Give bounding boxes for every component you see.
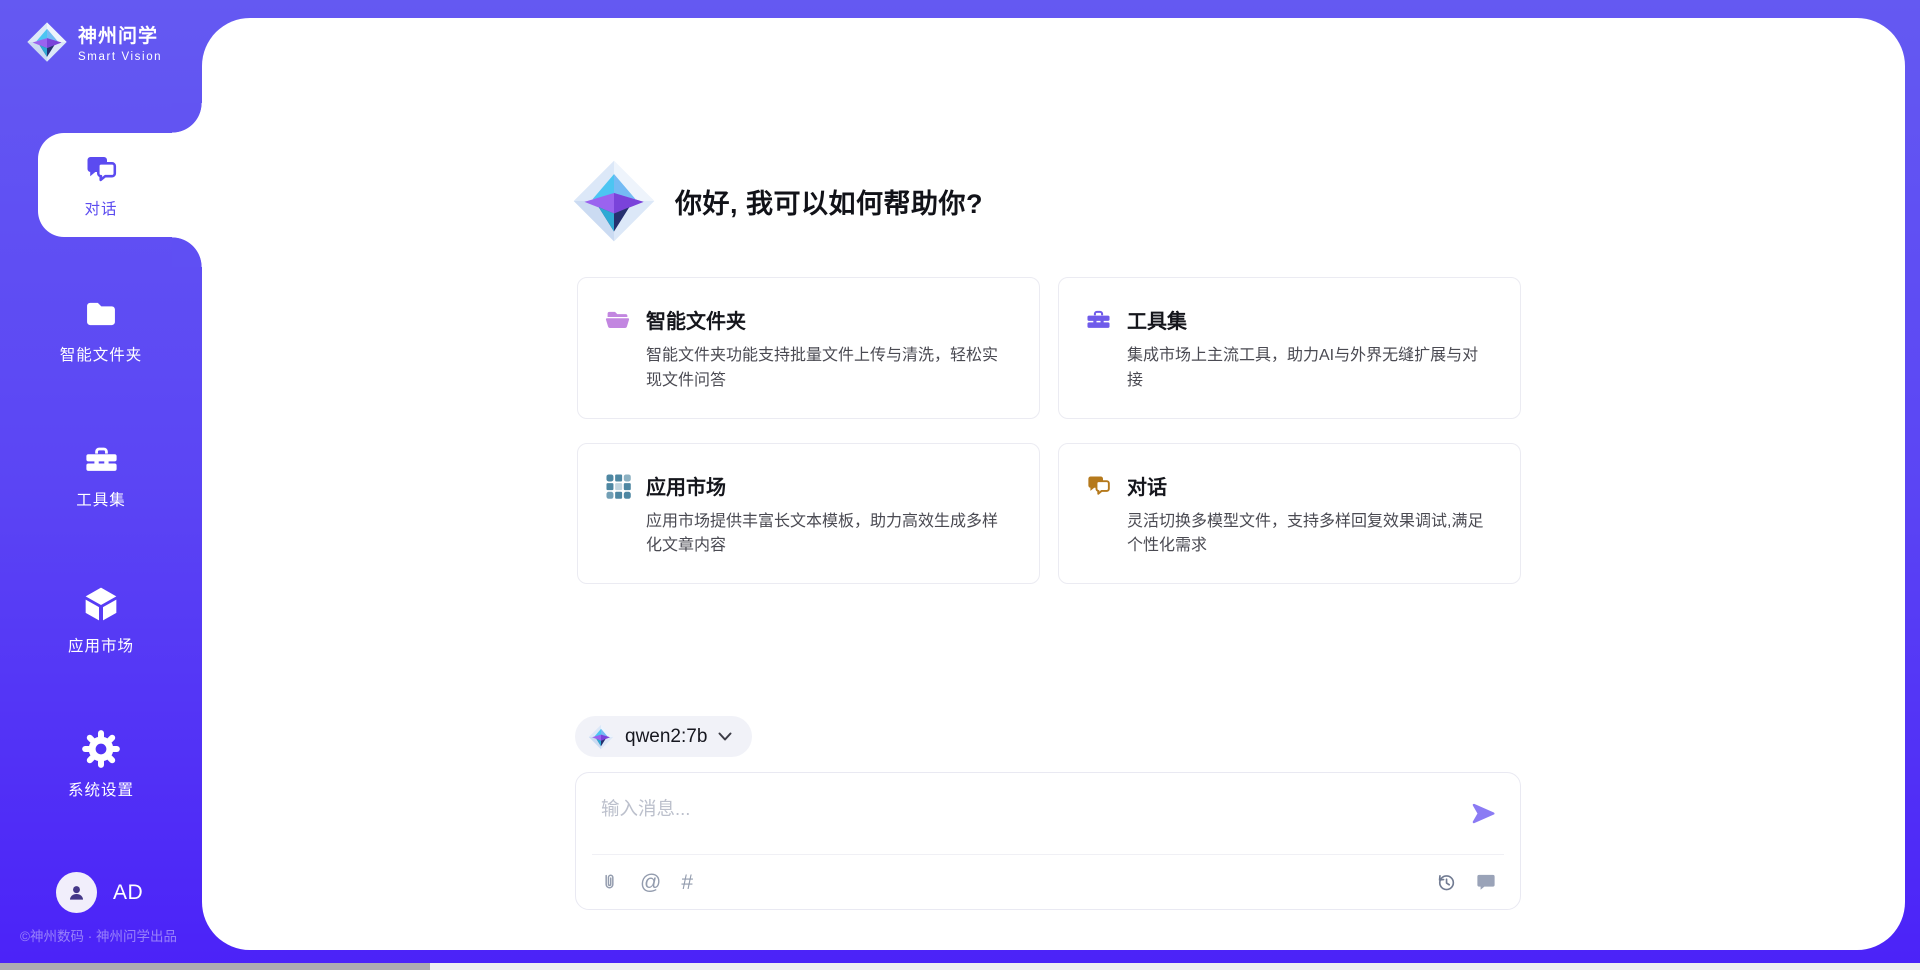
- card-title: 对话: [1127, 471, 1167, 500]
- scrollbar-thumb[interactable]: [0, 963, 430, 970]
- message-input[interactable]: [601, 795, 1441, 847]
- chat-icon: [83, 151, 119, 187]
- sidebar-item-label: 对话: [84, 197, 117, 219]
- card-title: 智能文件夹: [646, 305, 746, 334]
- greeting-text: 你好, 我可以如何帮助你?: [675, 182, 983, 221]
- user-profile[interactable]: AD: [56, 872, 143, 913]
- chevron-down-icon: [718, 732, 732, 742]
- sidebar-nav: 对话 智能文件夹 工具集: [0, 133, 202, 858]
- sidebar-item-label: 智能文件夹: [60, 343, 143, 365]
- mention-button[interactable]: @: [640, 872, 661, 893]
- card-chat[interactable]: 对话 灵活切换多模型文件，支持多样回复效果调试,满足个性化需求: [1058, 443, 1521, 585]
- gear-icon: [82, 730, 120, 768]
- active-tab-fillet-top: [172, 103, 202, 133]
- greeting: 你好, 我可以如何帮助你?: [571, 158, 983, 244]
- card-header: 智能文件夹: [604, 305, 1013, 334]
- chat-icon: [1085, 472, 1112, 499]
- card-description: 灵活切换多模型文件，支持多样回复效果调试,满足个性化需求: [1127, 510, 1494, 560]
- brand-logo-icon: [26, 21, 68, 63]
- model-name: qwen2:7b: [625, 726, 707, 748]
- card-header: 工具集: [1085, 305, 1494, 334]
- composer-tools-left: @ #: [599, 871, 693, 894]
- toolbox-icon: [83, 441, 120, 478]
- sidebar-item-label: 工具集: [76, 488, 126, 510]
- brand-name: 神州问学: [78, 21, 162, 48]
- avatar: [56, 872, 97, 913]
- card-title: 工具集: [1127, 305, 1187, 334]
- card-header: 应用市场: [604, 471, 1013, 500]
- sidebar-item-settings[interactable]: 系统设置: [0, 713, 202, 817]
- card-app-market[interactable]: 应用市场 应用市场提供丰富长文本模板，助力高效生成多样化文章内容: [577, 443, 1040, 585]
- assistant-logo-icon: [571, 158, 657, 244]
- app-grid-icon: [604, 472, 631, 499]
- sidebar-item-label: 系统设置: [68, 778, 134, 800]
- composer: @ #: [575, 772, 1521, 910]
- sidebar-item-chat[interactable]: 对话: [0, 133, 202, 237]
- copyright: ©神州数码 · 神州问学出品: [20, 925, 177, 945]
- history-icon: [1435, 871, 1457, 893]
- sidebar: 神州问学 Smart Vision 对话 智能文件夹: [0, 0, 202, 970]
- feedback-button[interactable]: [1475, 871, 1497, 893]
- attach-button[interactable]: [599, 871, 620, 894]
- user-name: AD: [113, 881, 143, 905]
- toolbox-icon: [1085, 306, 1112, 333]
- card-toolbox[interactable]: 工具集 集成市场上主流工具，助力AI与外界无缝扩展与对接: [1058, 277, 1521, 419]
- gem-logo-icon: [588, 724, 614, 750]
- card-title: 应用市场: [646, 471, 726, 500]
- content-column: 你好, 我可以如何帮助你? 智能文件夹 智能文件夹功能支持批量文件上传与清洗，轻…: [575, 18, 1521, 950]
- sidebar-item-smart-folder[interactable]: 智能文件夹: [0, 278, 202, 382]
- card-description: 智能文件夹功能支持批量文件上传与清洗，轻松实现文件问答: [646, 344, 1013, 394]
- brand-text: 神州问学 Smart Vision: [78, 21, 162, 63]
- paperclip-icon: [599, 871, 620, 894]
- composer-tools-right: [1435, 871, 1497, 893]
- sidebar-item-toolbox[interactable]: 工具集: [0, 423, 202, 527]
- main-panel: 你好, 我可以如何帮助你? 智能文件夹 智能文件夹功能支持批量文件上传与清洗，轻…: [202, 18, 1905, 950]
- brand-subtitle: Smart Vision: [78, 51, 162, 63]
- sidebar-item-label: 应用市场: [68, 634, 134, 656]
- brand: 神州问学 Smart Vision: [26, 21, 162, 63]
- sidebar-item-app-market[interactable]: 应用市场: [0, 568, 202, 672]
- composer-toolbar: @ #: [599, 855, 1497, 909]
- card-smart-folder[interactable]: 智能文件夹 智能文件夹功能支持批量文件上传与清洗，轻松实现文件问答: [577, 277, 1040, 419]
- active-tab-fillet-bottom: [172, 237, 202, 267]
- card-header: 对话: [1085, 471, 1494, 500]
- chat-filled-icon: [1475, 871, 1497, 893]
- card-description: 应用市场提供丰富长文本模板，助力高效生成多样化文章内容: [646, 510, 1013, 560]
- send-button[interactable]: [1470, 800, 1497, 827]
- active-tab-background: [38, 133, 208, 237]
- feature-cards: 智能文件夹 智能文件夹功能支持批量文件上传与清洗，轻松实现文件问答 工具集 集成…: [577, 277, 1521, 584]
- cube-icon: [81, 584, 121, 624]
- folder-icon: [82, 295, 120, 333]
- hashtag-button[interactable]: #: [681, 872, 693, 893]
- horizontal-scrollbar[interactable]: [0, 963, 1920, 970]
- card-description: 集成市场上主流工具，助力AI与外界无缝扩展与对接: [1127, 344, 1494, 394]
- folder-open-icon: [604, 306, 631, 333]
- model-selector[interactable]: qwen2:7b: [575, 716, 752, 757]
- history-button[interactable]: [1435, 871, 1457, 893]
